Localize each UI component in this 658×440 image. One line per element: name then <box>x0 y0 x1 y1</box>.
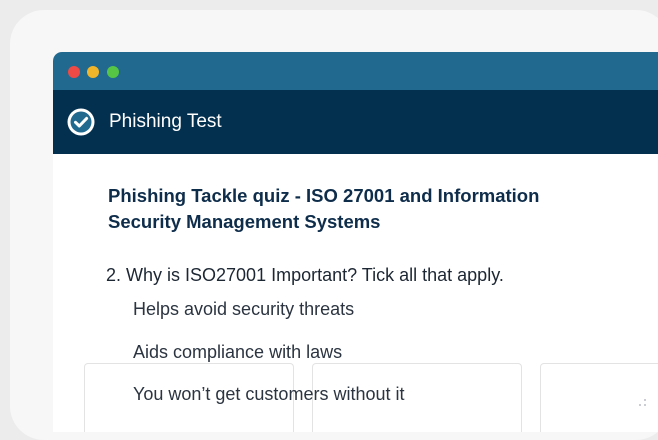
answer-option-customers[interactable]: You won’t get customers without it <box>133 382 404 406</box>
check-circle-icon <box>67 108 95 136</box>
minimize-window-button[interactable] <box>87 66 99 78</box>
question-text: 2. Why is ISO27001 Important? Tick all t… <box>106 265 504 285</box>
answer-option-compliance[interactable]: Aids compliance with laws <box>133 340 342 364</box>
answer-option-security-threats[interactable]: Helps avoid security threats <box>133 297 354 321</box>
app-window: Phishing Test Phishing Tackle quiz - ISO… <box>53 52 658 432</box>
quiz-content: Phishing Tackle quiz - ISO 27001 and Inf… <box>53 154 658 432</box>
window-titlebar <box>53 52 658 90</box>
resize-grip-icon[interactable] <box>638 398 648 410</box>
app-title: Phishing Test <box>109 111 222 132</box>
app-header: Phishing Test <box>53 90 658 154</box>
quiz-title: Phishing Tackle quiz - ISO 27001 and Inf… <box>108 185 540 232</box>
close-window-button[interactable] <box>68 66 80 78</box>
maximize-window-button[interactable] <box>107 66 119 78</box>
